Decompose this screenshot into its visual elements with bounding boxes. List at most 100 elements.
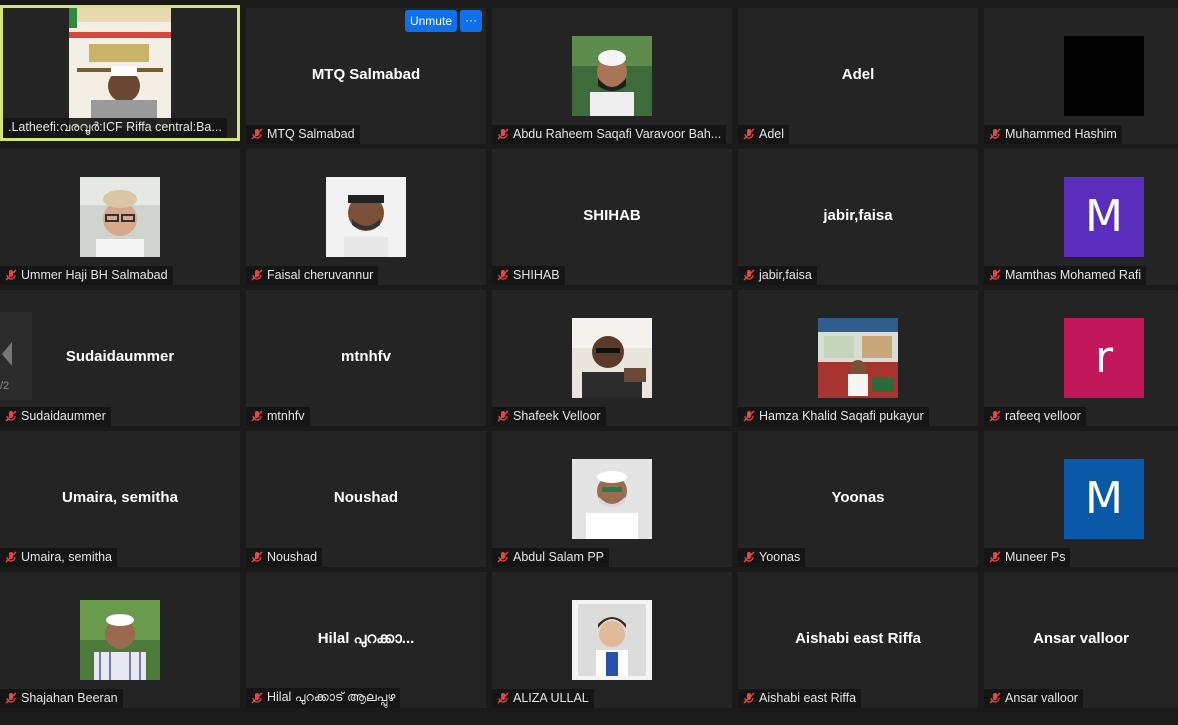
participant-name-label: Faisal cheruvannur [246,266,379,285]
participant-name-label: Adel [738,125,790,144]
participant-tile[interactable]: Hilal പുറക്കാ... Hilal പുറക്കാട് ആലപ്പുഴ [246,572,486,708]
participant-photo [1064,36,1144,116]
participant-tile[interactable]: jabir,faisa jabir,faisa [738,149,978,285]
participant-display-name: Noushad [333,489,399,506]
participant-name-label: Shafeek Velloor [492,407,606,426]
participant-photo [80,177,160,257]
participant-photo [572,600,652,680]
muted-mic-icon [989,410,1001,422]
participant-name-label: Mamthas Mohamed Rafi [984,266,1147,285]
tile-controls: Unmute ··· [404,10,482,32]
participant-tile[interactable]: Abdul Salam PP [492,431,732,567]
participant-display-name: Ansar valloor [1033,630,1129,647]
participant-tile[interactable]: Muhammed Hashim [984,8,1178,144]
avatar: r [1064,318,1144,398]
video-grid: .Latheefi:വരവൂർ:ICF Riffa central:Ba... … [0,0,1178,725]
muted-mic-icon [5,269,17,281]
participant-display-name: Aishabi east Riffa [795,630,921,647]
participant-tile[interactable]: .Latheefi:വരവൂർ:ICF Riffa central:Ba... [0,5,240,141]
participant-tile[interactable]: M Muneer Ps [984,431,1178,567]
unmute-button[interactable]: Unmute [404,10,457,32]
muted-mic-icon [251,410,263,422]
muted-mic-icon [5,551,17,563]
muted-mic-icon [989,692,1001,704]
participant-name-label: Hamza Khalid Saqafi pukayur [738,407,929,426]
participant-display-name: Umaira, semitha [62,489,178,506]
participant-tile[interactable]: Abdu Raheem Saqafi Varavoor Bah... [492,8,732,144]
participant-name-label: ALIZA ULLAL [492,689,594,708]
participant-name-label: Umaira, semitha [0,548,117,567]
participant-photo [326,177,406,257]
participant-tile[interactable]: MTQ Salmabad MTQ Salmabad Unmute ··· [246,8,486,144]
participant-video [69,8,171,128]
muted-mic-icon [497,692,509,704]
participant-name-label: Aishabi east Riffa [738,689,862,708]
participant-photo [80,600,160,680]
chevron-left-icon [2,342,12,366]
muted-mic-icon [743,692,755,704]
participant-name-label: SHIHAB [492,266,565,285]
more-options-button[interactable]: ··· [460,10,482,32]
participant-photo [572,318,652,398]
participant-name-label: Muhammed Hashim [984,125,1122,144]
participant-tile[interactable]: Hamza Khalid Saqafi pukayur [738,290,978,426]
participant-display-name: SHIHAB [583,207,641,224]
participant-name-label: Hilal പുറക്കാട് ആലപ്പുഴ [246,688,401,708]
participant-display-name: Sudaidaummer [65,348,175,365]
participant-name-label: Ummer Haji BH Salmabad [0,266,173,285]
participant-tile[interactable]: Shafeek Velloor [492,290,732,426]
participant-tile[interactable]: Sudaidaummer Sudaidaummer [0,290,240,426]
muted-mic-icon [989,269,1001,281]
muted-mic-icon [743,410,755,422]
participant-name-label: Ansar valloor [984,689,1083,708]
participant-tile[interactable]: Ummer Haji BH Salmabad [0,149,240,285]
participant-name-label: Sudaidaummer [0,407,111,426]
participant-name-label: Noushad [246,548,323,567]
muted-mic-icon [497,551,509,563]
muted-mic-icon [497,269,509,281]
muted-mic-icon [251,269,263,281]
participant-name-label: Muneer Ps [984,548,1071,567]
muted-mic-icon [497,128,509,140]
muted-mic-icon [989,551,1001,563]
muted-mic-icon [497,410,509,422]
participant-tile[interactable]: Ansar valloor Ansar valloor [984,572,1178,708]
muted-mic-icon [5,692,17,704]
participant-display-name: Hilal പുറക്കാ... [317,630,415,647]
participant-tile[interactable]: Faisal cheruvannur [246,149,486,285]
participant-display-name: jabir,faisa [823,207,893,224]
muted-mic-icon [743,128,755,140]
participant-name-label: Abdu Raheem Saqafi Varavoor Bah... [492,125,727,144]
muted-mic-icon [251,692,263,703]
avatar: M [1064,459,1144,539]
participant-name-label: jabir,faisa [738,266,817,285]
participant-tile[interactable]: Shajahan Beeran [0,572,240,708]
page-indicator: /2 [0,380,10,392]
participant-tile[interactable]: r rafeeq velloor [984,290,1178,426]
participant-tile[interactable]: ALIZA ULLAL [492,572,732,708]
participant-tile[interactable]: mtnhfv mtnhfv [246,290,486,426]
participant-tile[interactable]: Umaira, semitha Umaira, semitha [0,431,240,567]
participant-tile[interactable]: Adel Adel [738,8,978,144]
muted-mic-icon [743,269,755,281]
participant-name-label: Shajahan Beeran [0,689,123,708]
muted-mic-icon [251,128,263,140]
participant-name-label: .Latheefi:വരവൂർ:ICF Riffa central:Ba... [3,118,227,138]
participant-tile[interactable]: Aishabi east Riffa Aishabi east Riffa [738,572,978,708]
participant-tile[interactable]: SHIHAB SHIHAB [492,149,732,285]
participant-name-label: rafeeq velloor [984,407,1086,426]
participant-display-name: Yoonas [831,489,885,506]
participant-tile[interactable]: Yoonas Yoonas [738,431,978,567]
participant-name-label: Yoonas [738,548,806,567]
participant-display-name: mtnhfv [341,348,391,365]
participant-photo [572,459,652,539]
participant-name-label: MTQ Salmabad [246,125,360,144]
avatar: M [1064,177,1144,257]
participant-tile[interactable]: M Mamthas Mohamed Rafi [984,149,1178,285]
previous-page-button[interactable]: /2 [0,312,32,400]
participant-tile[interactable]: Noushad Noushad [246,431,486,567]
participant-photo [572,36,652,116]
participant-name-label: Abdul Salam PP [492,548,610,567]
muted-mic-icon [5,410,17,422]
participant-name-label: mtnhfv [246,407,310,426]
